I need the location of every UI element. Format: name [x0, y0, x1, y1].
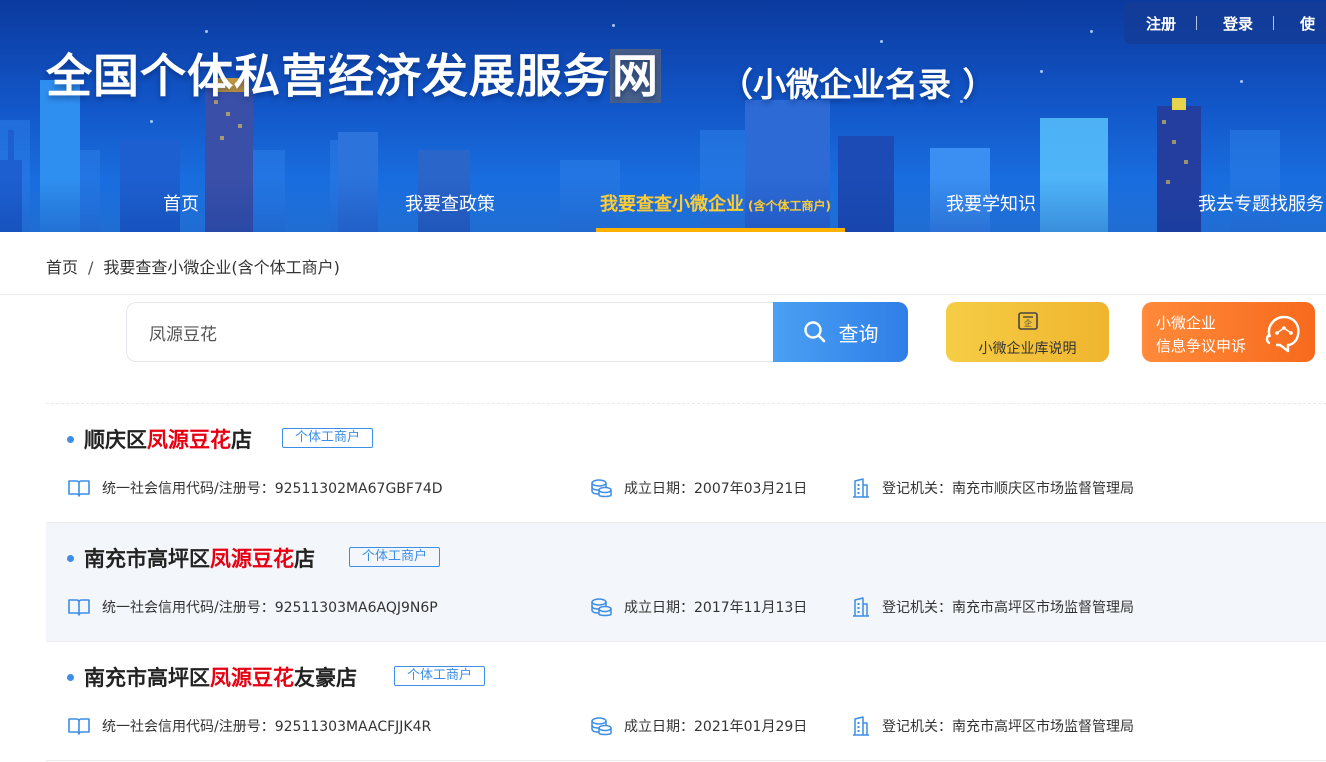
credit-code-info: 统一社会信用代码/注册号：92511302MA67GBF74D: [68, 478, 443, 498]
entity-type-badge: 个体工商户: [282, 428, 374, 448]
building-icon: [852, 478, 870, 498]
registration-authority-text: 登记机关：南充市高坪区市场监督管理局: [882, 719, 1134, 735]
founding-date-info: 成立日期：2021年01月29日: [590, 716, 807, 736]
name-prefix: 南充市高坪区: [84, 547, 210, 571]
founding-date-info: 成立日期：2007年03月21日: [590, 478, 807, 498]
bullet-dot: [67, 555, 74, 562]
nav-knowledge[interactable]: 我要学知识: [946, 178, 1036, 232]
nav-search-enterprise-note: (含个体工商户): [748, 199, 831, 213]
nav-services[interactable]: 我去专题找服务: [1198, 178, 1324, 232]
bullet-dot: [67, 674, 74, 681]
headset-support-icon: [1265, 315, 1300, 353]
founding-date-text: 成立日期：2021年01月29日: [624, 719, 808, 735]
entity-type-badge: 个体工商户: [394, 666, 486, 686]
more-link[interactable]: 使: [1300, 13, 1315, 34]
nav-home[interactable]: 首页: [163, 178, 199, 232]
nav-search-enterprise[interactable]: 我要查查小微企业 (含个体工商户): [600, 178, 831, 232]
enterprise-library-explain-button[interactable]: 企 小微企业库说明: [946, 302, 1109, 362]
book-icon: [68, 598, 90, 616]
enterprise-doc-icon: 企: [1018, 312, 1038, 330]
building-icon: [852, 597, 870, 617]
name-prefix: 顺庆区: [84, 428, 147, 452]
founding-date-text: 成立日期：2017年11月13日: [624, 600, 808, 616]
search-input[interactable]: [149, 322, 754, 342]
result-item[interactable]: 南充市高坪区凤源豆花友豪店 个体工商户 统一社会信用代码/注册号：9251130…: [46, 642, 1326, 761]
registration-authority-info: 登记机关：南充市高坪区市场监督管理局: [852, 597, 1134, 617]
search-icon: [803, 321, 825, 343]
building-icon: [852, 716, 870, 736]
complain-button-line2: 信息争议申诉: [1156, 337, 1247, 355]
coins-icon: [590, 478, 612, 498]
founding-date-text: 成立日期：2007年03月21日: [624, 481, 808, 497]
info-dispute-complaint-button[interactable]: 小微企业 信息争议申诉: [1142, 302, 1315, 362]
registration-authority-text: 登记机关：南充市高坪区市场监督管理局: [882, 600, 1134, 616]
user-bar: 注册 登录 使: [1124, 2, 1326, 44]
enterprise-name[interactable]: 南充市高坪区凤源豆花店: [84, 543, 315, 573]
result-item[interactable]: 顺庆区凤源豆花店 个体工商户 统一社会信用代码/注册号：92511302MA67…: [46, 404, 1326, 523]
coins-icon: [590, 597, 612, 617]
name-suffix: 友豪店: [294, 666, 357, 690]
svg-text:企: 企: [1024, 318, 1032, 328]
credit-code-info: 统一社会信用代码/注册号：92511303MA6AQJ9N6P: [68, 597, 438, 617]
nav-policy[interactable]: 我要查政策: [405, 178, 495, 232]
enterprise-name[interactable]: 南充市高坪区凤源豆花友豪店: [84, 662, 357, 692]
breadcrumb-divider: /: [88, 258, 94, 277]
result-item[interactable]: 南充市高坪区凤源豆花店 个体工商户 统一社会信用代码/注册号：92511303M…: [46, 523, 1326, 642]
breadcrumb-divider-line: [0, 294, 1326, 295]
register-link[interactable]: 注册: [1146, 13, 1176, 34]
book-icon: [68, 717, 90, 735]
registration-authority-text: 登记机关：南充市顺庆区市场监督管理局: [882, 481, 1134, 497]
breadcrumb-home[interactable]: 首页: [46, 258, 78, 277]
credit-code-text: 统一社会信用代码/注册号：92511303MA6AQJ9N6P: [102, 600, 438, 616]
search-button[interactable]: 查询: [773, 302, 908, 362]
search-button-label: 查询: [838, 321, 879, 346]
complain-button-line1: 小微企业: [1156, 314, 1217, 332]
name-suffix: 店: [294, 547, 315, 571]
coins-icon: [590, 716, 612, 736]
name-prefix: 南充市高坪区: [84, 666, 210, 690]
name-suffix: 店: [231, 428, 252, 452]
registration-authority-info: 登记机关：南充市顺庆区市场监督管理局: [852, 478, 1134, 498]
login-link[interactable]: 登录: [1223, 13, 1253, 34]
breadcrumb-current: 我要查查小微企业(含个体工商户): [103, 258, 340, 277]
site-title-main: 全国个体私营经济发展服务: [46, 49, 610, 103]
userbar-divider: [1273, 16, 1275, 30]
nav-search-enterprise-label: 我要查查小微企业: [600, 194, 744, 215]
credit-code-text: 统一社会信用代码/注册号：92511303MAACFJJK4R: [102, 719, 432, 735]
registration-authority-info: 登记机关：南充市高坪区市场监督管理局: [852, 716, 1134, 736]
site-title: 全国个体私营经济发展服务网: [46, 40, 661, 106]
userbar-divider: [1196, 16, 1198, 30]
book-icon: [68, 479, 90, 497]
site-title-highlight: 网: [610, 49, 661, 103]
main-nav: 首页 我要查政策 我要查查小微企业 (含个体工商户) 我要学知识 我去专题找服务: [0, 178, 1326, 232]
bullet-dot: [67, 436, 74, 443]
nav-active-indicator: [596, 228, 845, 232]
name-keyword: 凤源豆花: [210, 547, 294, 571]
enterprise-name[interactable]: 顺庆区凤源豆花店: [84, 424, 252, 454]
explain-button-label: 小微企业库说明: [978, 341, 1077, 357]
site-subtitle: （小微企业名录 ）: [720, 65, 996, 104]
name-keyword: 凤源豆花: [147, 428, 231, 452]
name-keyword: 凤源豆花: [210, 666, 294, 690]
credit-code-text: 统一社会信用代码/注册号：92511302MA67GBF74D: [102, 481, 443, 497]
breadcrumb: 首页 / 我要查查小微企业(含个体工商户): [46, 254, 340, 278]
header-banner: 全国个体私营经济发展服务网 （小微企业名录 ） 注册 登录 使 首页 我要查政策…: [0, 0, 1326, 232]
search-box: [126, 302, 776, 362]
entity-type-badge: 个体工商户: [349, 547, 441, 567]
founding-date-info: 成立日期：2017年11月13日: [590, 597, 807, 617]
credit-code-info: 统一社会信用代码/注册号：92511303MAACFJJK4R: [68, 716, 431, 736]
